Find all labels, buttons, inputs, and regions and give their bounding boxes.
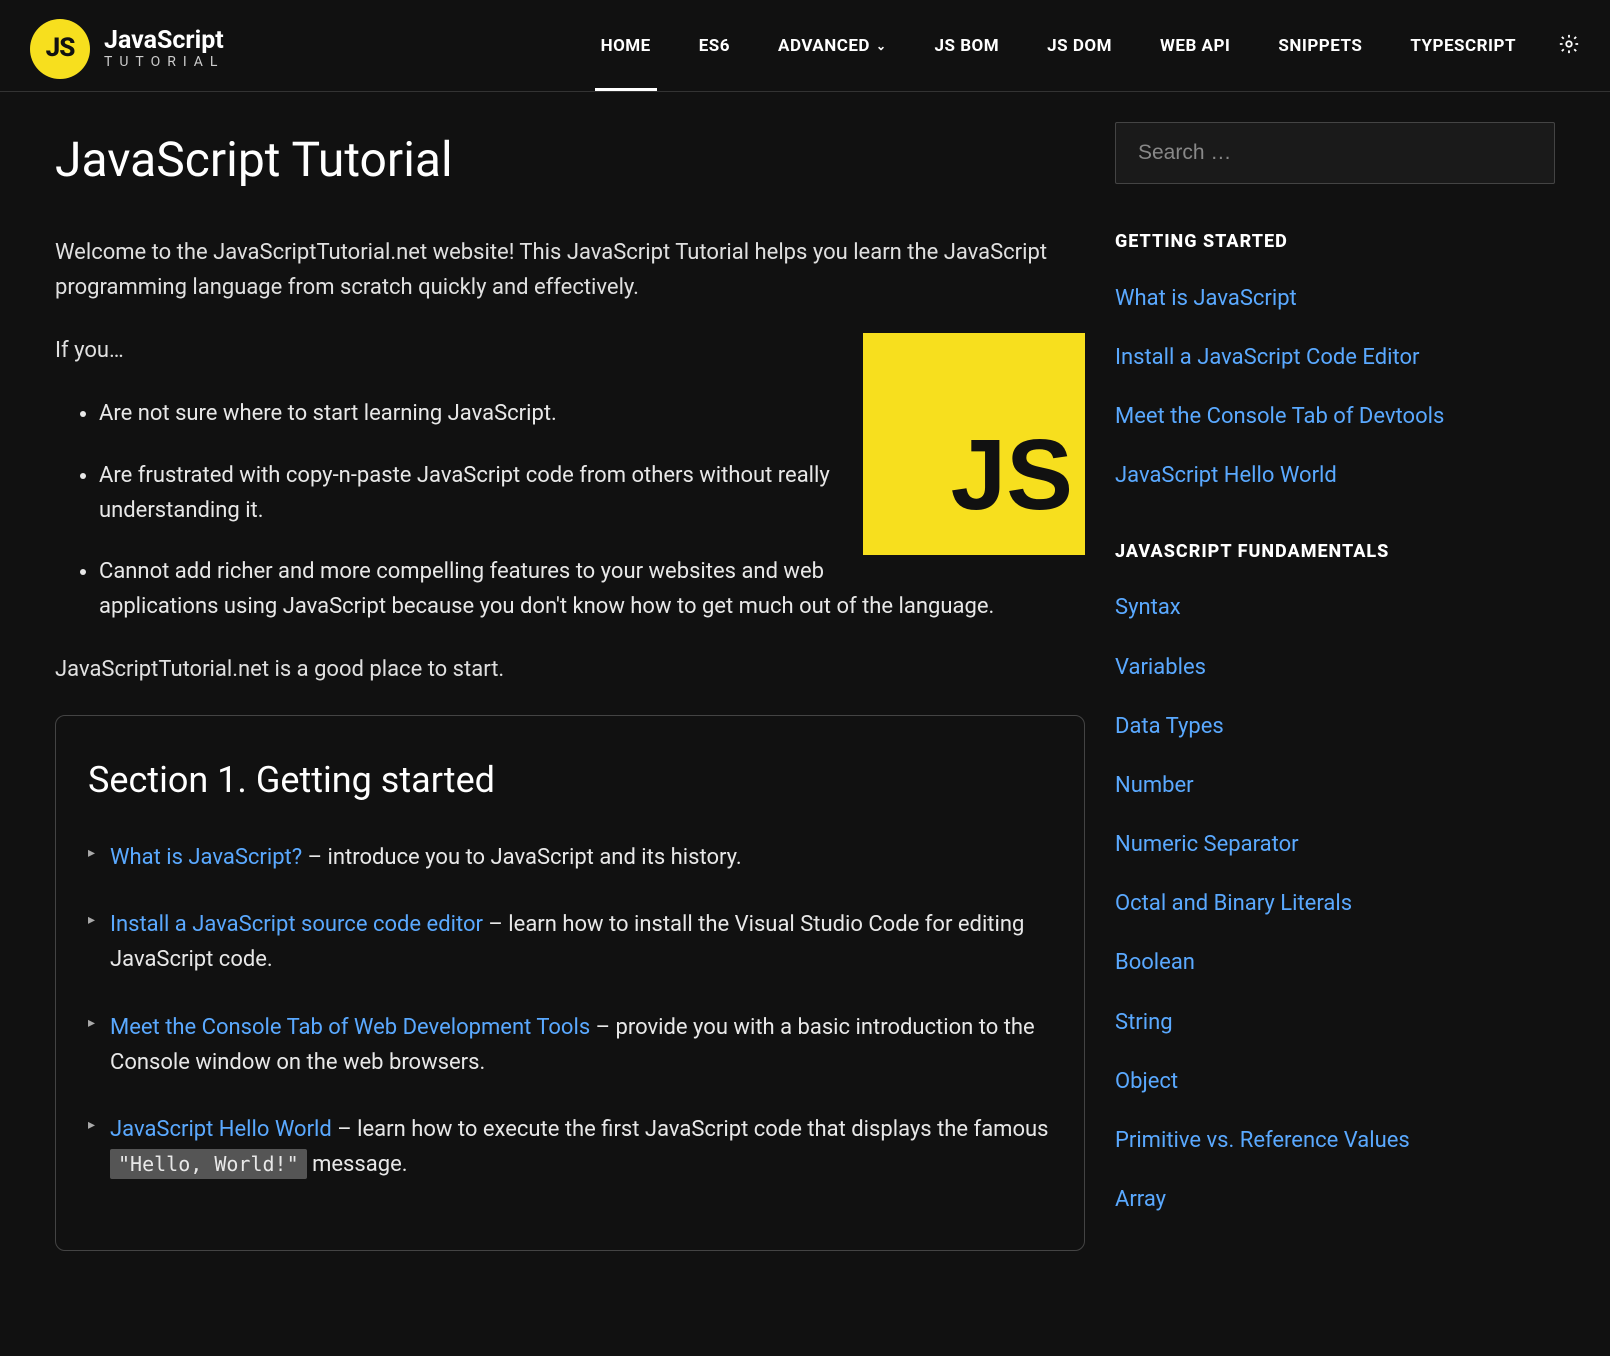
sidebar-link[interactable]: Variables (1115, 655, 1206, 680)
sidebar-link-item: Meet the Console Tab of Devtools (1115, 399, 1555, 434)
sidebar-link[interactable]: Object (1115, 1069, 1178, 1094)
section-item-link[interactable]: Install a JavaScript source code editor (110, 912, 483, 937)
nav-snippets[interactable]: SNIPPETS (1272, 6, 1368, 91)
section-item: What is JavaScript? – introduce you to J… (88, 840, 1052, 875)
sidebar-section-heading: GETTING STARTED (1115, 228, 1555, 257)
sidebar-link[interactable]: Install a JavaScript Code Editor (1115, 345, 1419, 370)
code-inline: "Hello, World!" (110, 1149, 307, 1179)
sidebar-link-item: Syntax (1115, 590, 1555, 625)
site-header: JS JavaScript TUTORIAL HOME ES6 ADVANCED⌄ J… (0, 0, 1610, 92)
sidebar-link[interactable]: String (1115, 1010, 1173, 1035)
main-nav: HOME ES6 ADVANCED⌄ JS BOM JS DOM WEB API SNIPP… (595, 6, 1580, 91)
logo-badge: JS (30, 19, 90, 79)
sidebar-section-heading: JAVASCRIPT FUNDAMENTALS (1115, 538, 1555, 567)
sidebar-link-item: Install a JavaScript Code Editor (1115, 340, 1555, 375)
sidebar-link-item: Array (1115, 1182, 1555, 1217)
nav-js-dom[interactable]: JS DOM (1041, 6, 1118, 91)
section-item-link[interactable]: What is JavaScript? (110, 845, 302, 870)
section-item: Install a JavaScript source code editor … (88, 907, 1052, 977)
section-1-box: Section 1. Getting started What is JavaS… (55, 715, 1085, 1251)
sidebar-link[interactable]: Data Types (1115, 714, 1224, 739)
nav-advanced[interactable]: ADVANCED⌄ (772, 6, 892, 91)
page-title: JavaScript Tutorial (55, 122, 1085, 199)
nav-es6[interactable]: ES6 (693, 6, 736, 91)
sidebar-link-item: String (1115, 1005, 1555, 1040)
sidebar-link[interactable]: Primitive vs. Reference Values (1115, 1128, 1410, 1153)
sidebar-link[interactable]: JavaScript Hello World (1115, 463, 1337, 488)
section-item-link[interactable]: Meet the Console Tab of Web Development … (110, 1015, 590, 1040)
sidebar-link-item: Numeric Separator (1115, 827, 1555, 862)
sidebar-link[interactable]: What is JavaScript (1115, 286, 1297, 311)
chevron-down-icon: ⌄ (876, 37, 887, 56)
section-item: JavaScript Hello World – learn how to ex… (88, 1112, 1052, 1182)
logo-text: JavaScript TUTORIAL (104, 27, 224, 70)
sidebar-link-item: Boolean (1115, 945, 1555, 980)
sidebar-link-list: Syntax Variables Data Types Number Numeric S… (1115, 590, 1555, 1217)
sidebar-link[interactable]: Number (1115, 773, 1194, 798)
search-input[interactable] (1115, 122, 1555, 184)
sidebar-link-item: Primitive vs. Reference Values (1115, 1123, 1555, 1158)
section-item: Meet the Console Tab of Web Development … (88, 1010, 1052, 1080)
sidebar-link-item: Octal and Binary Literals (1115, 886, 1555, 921)
logo-title: JavaScript (104, 27, 224, 55)
sidebar: GETTING STARTED What is JavaScript Install… (1115, 122, 1555, 1251)
nav-js-bom[interactable]: JS BOM (929, 6, 1006, 91)
sidebar-link[interactable]: Octal and Binary Literals (1115, 891, 1352, 916)
nav-typescript[interactable]: TYPESCRIPT (1404, 6, 1522, 91)
section-1-heading: Section 1. Getting started (88, 752, 1052, 810)
sidebar-link[interactable]: Meet the Console Tab of Devtools (1115, 404, 1444, 429)
nav-home[interactable]: HOME (595, 6, 657, 91)
main-content: JavaScript Tutorial Welcome to the JavaS… (55, 122, 1085, 1251)
sidebar-link-item: Number (1115, 768, 1555, 803)
sidebar-link-item: Object (1115, 1064, 1555, 1099)
sidebar-link-item: JavaScript Hello World (1115, 458, 1555, 493)
nav-web-api[interactable]: WEB API (1154, 6, 1236, 91)
sidebar-link[interactable]: Boolean (1115, 950, 1195, 975)
bullet-item: Cannot add richer and more compelling fe… (99, 554, 1085, 624)
intro-paragraph: Welcome to the JavaScriptTutorial.net we… (55, 235, 1085, 305)
sidebar-link[interactable]: Syntax (1115, 595, 1181, 620)
sidebar-link-item: What is JavaScript (1115, 281, 1555, 316)
sidebar-link-item: Data Types (1115, 709, 1555, 744)
closing-paragraph: JavaScriptTutorial.net is a good place t… (55, 652, 1085, 687)
sidebar-link[interactable]: Array (1115, 1187, 1166, 1212)
sidebar-link-item: Variables (1115, 650, 1555, 685)
logo[interactable]: JS JavaScript TUTORIAL (30, 19, 224, 79)
settings-gear-icon[interactable] (1558, 31, 1580, 66)
sidebar-link[interactable]: Numeric Separator (1115, 832, 1299, 857)
section-item-link[interactable]: JavaScript Hello World (110, 1117, 332, 1142)
sidebar-link-list: What is JavaScript Install a JavaScript C… (1115, 281, 1555, 494)
section-1-list: What is JavaScript? – introduce you to J… (88, 840, 1052, 1182)
logo-subtitle: TUTORIAL (104, 55, 224, 70)
js-logo-square: JS (863, 333, 1085, 555)
